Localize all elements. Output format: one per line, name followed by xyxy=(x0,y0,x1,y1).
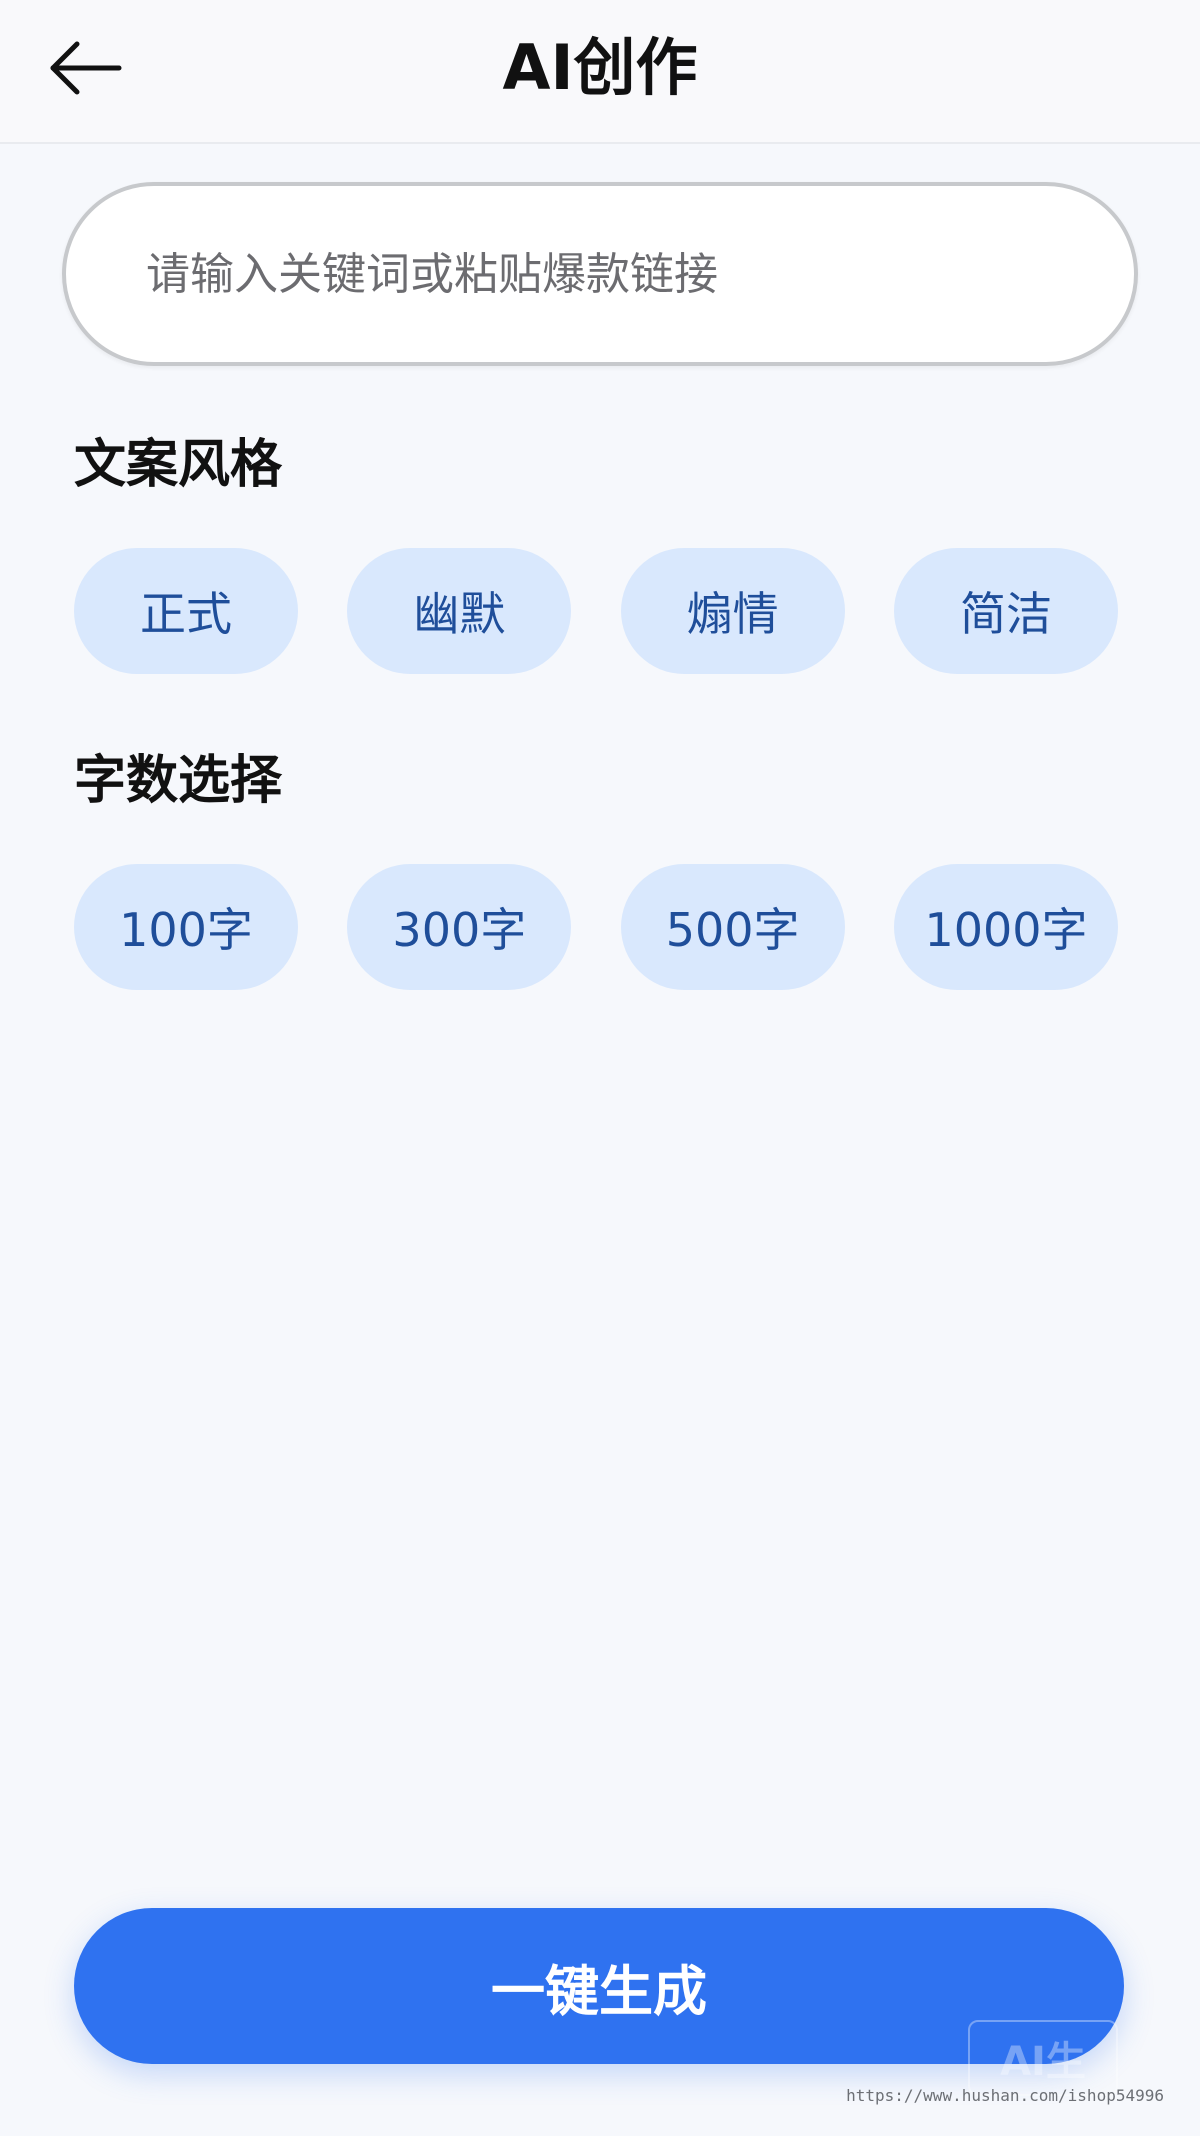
length-option-300[interactable]: 300字 xyxy=(347,864,572,990)
style-section-title: 文案风格 xyxy=(74,435,283,495)
length-options: 100字 300字 500字 1000字 xyxy=(74,864,1118,990)
length-option-500[interactable]: 500字 xyxy=(620,864,845,990)
page-title: AI创作 xyxy=(502,31,698,104)
length-option-1000[interactable]: 1000字 xyxy=(893,864,1118,990)
header-bar: AI创作 xyxy=(0,0,1200,144)
watermark-badge: AI生 xyxy=(968,2020,1118,2096)
style-option-humorous[interactable]: 幽默 xyxy=(347,548,572,674)
keyword-input[interactable] xyxy=(62,182,1138,366)
watermark-url: https://www.hushan.com/ishop54996 xyxy=(846,2086,1164,2105)
generate-button[interactable]: 一键生成 xyxy=(74,1908,1124,2064)
page: AI创作 文案风格 正式 幽默 煽情 简洁 字数选择 100字 300字 500… xyxy=(0,0,1200,2136)
style-options: 正式 幽默 煽情 简洁 xyxy=(74,548,1118,674)
length-section-title: 字数选择 xyxy=(74,751,283,811)
length-option-100[interactable]: 100字 xyxy=(74,864,298,990)
style-option-formal[interactable]: 正式 xyxy=(74,548,298,674)
style-option-emotional[interactable]: 煽情 xyxy=(620,548,845,674)
style-option-concise[interactable]: 简洁 xyxy=(893,548,1118,674)
